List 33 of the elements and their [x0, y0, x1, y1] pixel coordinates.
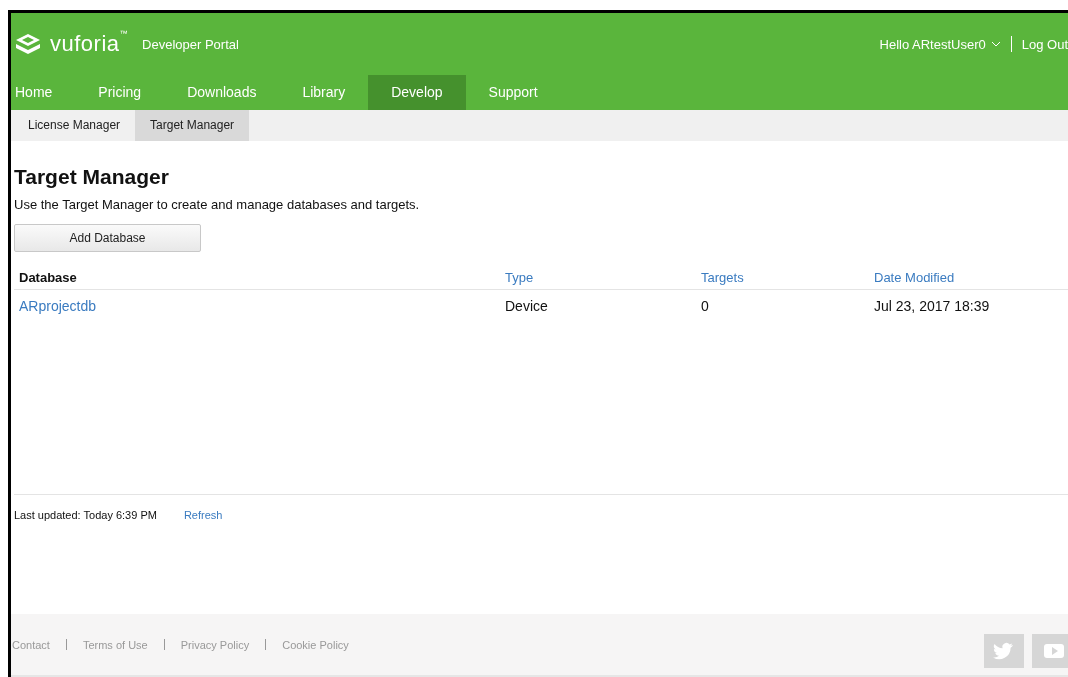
subnav-tab[interactable]: Target Manager: [135, 110, 250, 141]
brand-name: vuforia$^{™}$: [50, 31, 129, 57]
footer-link[interactable]: Cookie Policy: [282, 638, 349, 651]
column-header[interactable]: Targets: [696, 270, 869, 290]
chevron-down-icon[interactable]: [990, 41, 1001, 47]
page-description: Use the Target Manager to create and manage databases and targets.: [14, 197, 421, 212]
column-header[interactable]: Type: [500, 270, 696, 290]
refresh-link[interactable]: Refresh: [183, 509, 223, 521]
table-cell-text: Device: [504, 297, 549, 314]
nav-tab[interactable]: Support: [465, 75, 561, 110]
column-header[interactable]: Date Modified: [869, 270, 1068, 290]
last-updated-text: Last updated: Today 6:39 PM: [14, 509, 157, 521]
page-title: Target Manager: [14, 165, 170, 189]
twitter-icon[interactable]: [984, 633, 1024, 668]
portal-title: Developer Portal: [142, 36, 239, 52]
table-cell-text: Jul 23, 2017 18:39: [873, 297, 991, 314]
footer-link[interactable]: Contact: [12, 638, 50, 651]
subnav-tab[interactable]: License Manager: [13, 110, 136, 141]
logo-icon: [15, 33, 41, 55]
nav-tab[interactable]: Library: [279, 75, 369, 110]
table-cell-text: 0: [700, 297, 710, 314]
column-header: Database: [14, 270, 500, 290]
footer-link[interactable]: Privacy Policy: [180, 638, 250, 651]
video-play-icon[interactable]: [1032, 633, 1068, 668]
nav-tab[interactable]: Develop: [368, 75, 466, 110]
footer-link[interactable]: Terms of Use: [82, 638, 148, 651]
nav-tab[interactable]: Downloads: [164, 75, 280, 110]
logout-link[interactable]: Log Out: [1021, 36, 1068, 52]
nav-tab[interactable]: Home: [11, 75, 76, 110]
add-database-button[interactable]: Add Database: [14, 224, 201, 252]
user-greeting[interactable]: Hello ARtestUser0: [879, 36, 986, 52]
database-link[interactable]: ARprojectdb: [14, 290, 500, 314]
nav-tab[interactable]: Pricing: [75, 75, 165, 110]
